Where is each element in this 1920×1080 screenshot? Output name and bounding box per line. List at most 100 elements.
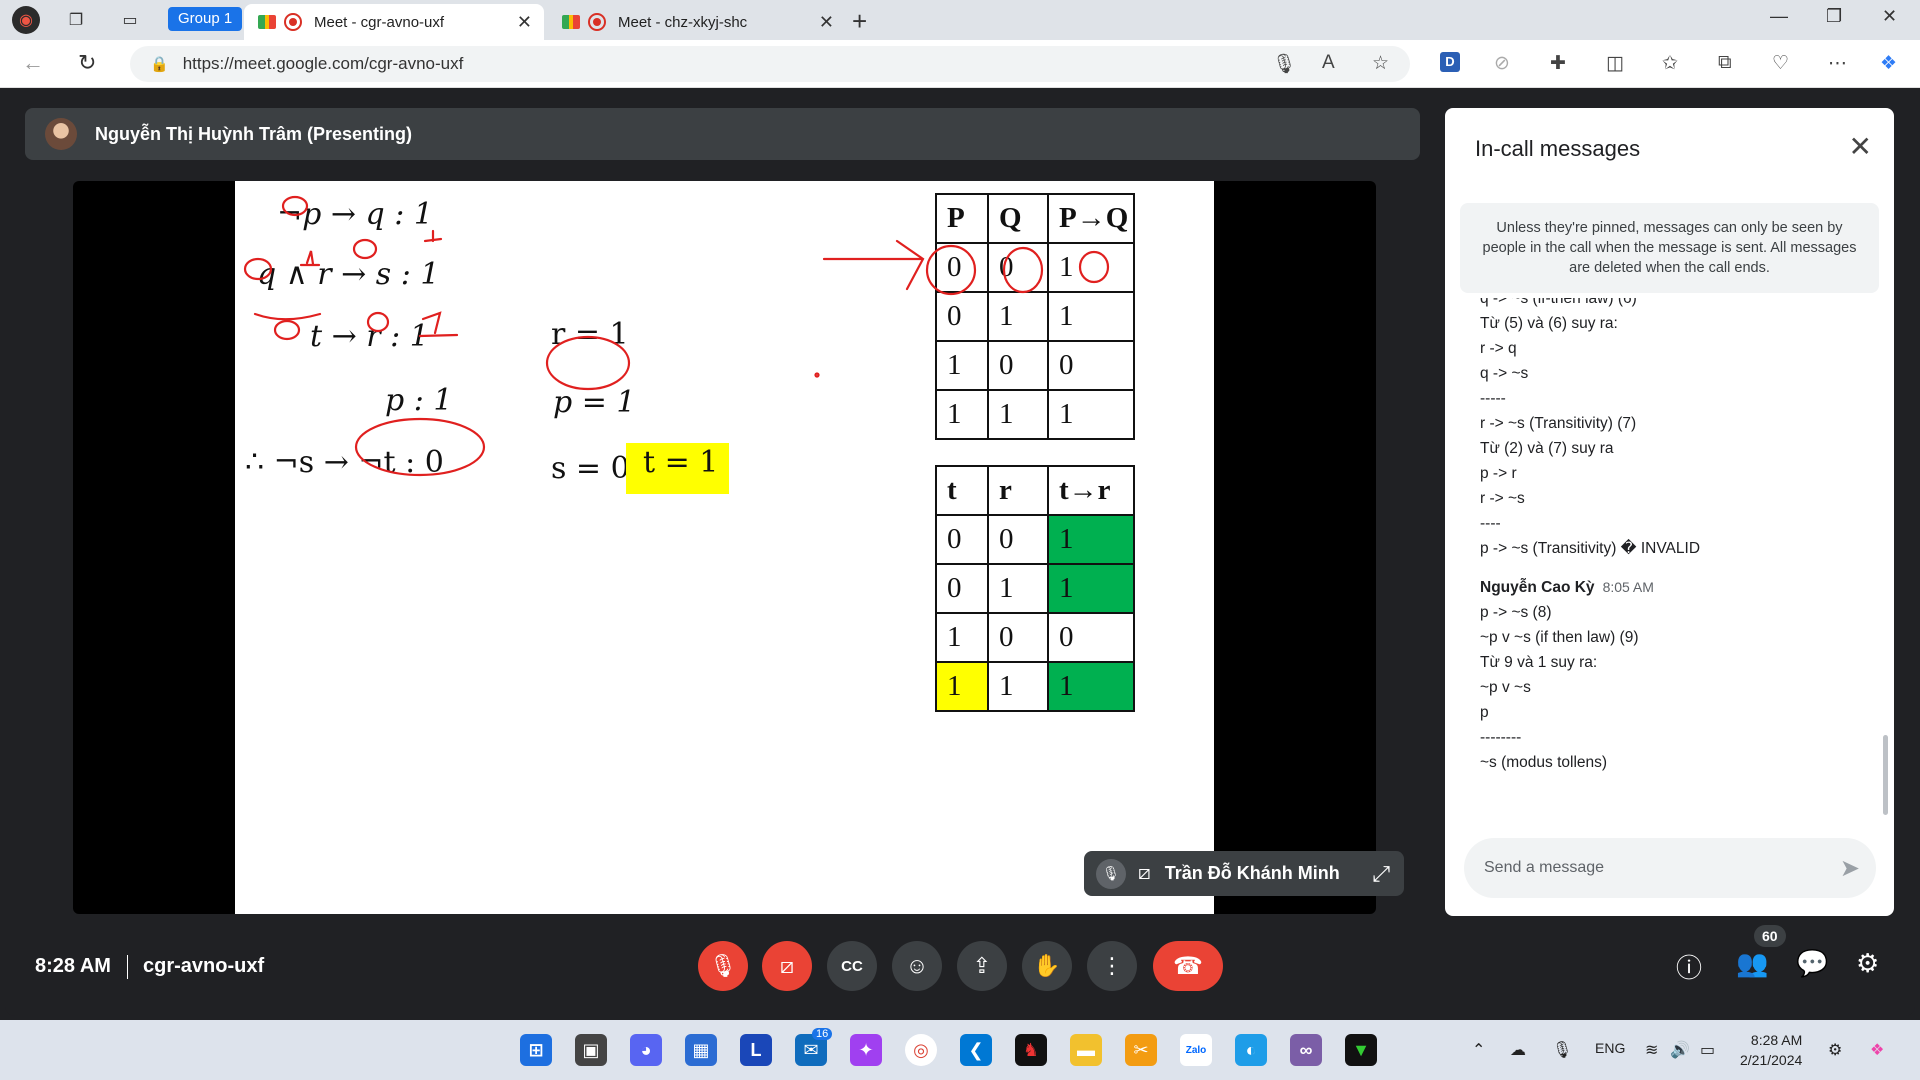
taskbar-clock[interactable]: 8:28 AM 2/21/2024 [1740,1030,1802,1070]
message-list[interactable]: q -> ~s (if-then law) (6) Từ (5) và (6) … [1480,298,1870,908]
tool-icon[interactable]: ✂ [1125,1034,1157,1066]
close-tab-icon[interactable]: ✕ [517,12,532,33]
meeting-time: 8:28 AM [35,955,111,977]
messages-scrollbar[interactable] [1883,735,1888,815]
mic-icon[interactable]: 🎙 [1272,52,1296,76]
collections-icon[interactable]: ⧉ [1718,52,1732,74]
captions-button[interactable]: CC [827,941,877,991]
address-bar-row: ← ↻ 🔒 https://meet.google.com/cgr-avno-u… [0,40,1920,88]
edge-icon[interactable]: ◐ [1235,1034,1267,1066]
info-icon[interactable]: ⓘ [1676,948,1702,985]
captions-icon: CC [841,957,863,975]
table-cell: 1 [987,661,1049,712]
close-tab-icon[interactable]: ✕ [819,12,834,33]
close-icon[interactable]: ✕ [1882,6,1897,27]
tab-actions-icon[interactable]: ▭ [116,6,144,34]
present-button[interactable]: ⇪ [957,941,1007,991]
url-field[interactable]: 🔒 https://meet.google.com/cgr-avno-uxf [130,46,1410,82]
close-panel-icon[interactable]: ✕ [1849,130,1872,163]
table-header-cell: t→r [1047,465,1135,516]
table-cell: 1 [1047,242,1135,293]
camera-toggle-button[interactable]: ⧄ [762,941,812,991]
raise-hand-button[interactable]: ✋ [1022,941,1072,991]
messenger-icon[interactable]: ✦ [850,1034,882,1066]
zalo-icon[interactable]: Zalo [1180,1034,1212,1066]
notification-icon[interactable]: ⚙ [1828,1040,1842,1060]
compass-icon[interactable]: ⊘ [1494,52,1510,75]
copilot-taskbar-icon[interactable]: ❖ [1870,1040,1884,1060]
meeting-code: cgr-avno-uxf [143,955,265,977]
participant-tile[interactable]: 🎙 ⧄ Trần Đỗ Khánh Minh ⤢ [1084,851,1404,896]
minimize-icon[interactable]: — [1770,6,1788,27]
performance-icon[interactable]: ♡ [1772,52,1789,75]
send-icon[interactable]: ➤ [1840,854,1860,883]
message-line: p -> ~s (8) [1480,604,1552,621]
language-indicator[interactable]: ENG [1595,1040,1625,1056]
visual-studio-icon[interactable]: ∞ [1290,1034,1322,1066]
expand-icon[interactable]: ⤢ [1372,861,1390,887]
tray-chevron-icon[interactable]: ⌃ [1472,1040,1485,1060]
taskbar-date: 2/21/2024 [1740,1052,1803,1068]
chat-icon[interactable]: 💬 [1796,948,1828,979]
reactions-button[interactable]: ☺ [892,941,942,991]
divider [127,955,128,979]
table-cell: 0 [935,242,989,293]
tab-group-label[interactable]: Group 1 [168,7,243,31]
app-l-icon[interactable]: L [740,1034,772,1066]
workspaces-icon[interactable]: ❐ [62,6,90,34]
battery-icon[interactable]: ▭ [1700,1040,1715,1060]
presenter-name: Nguyễn Thị Huỳnh Trâm (Presenting) [95,123,413,144]
task-view-icon[interactable]: ▣ [575,1034,607,1066]
split-screen-icon[interactable]: ◫ [1606,52,1624,75]
terminal-app-icon[interactable]: ▼ [1345,1034,1377,1066]
tab-meet-active[interactable]: Meet - cgr-avno-uxf ✕ [244,4,544,40]
maximize-icon[interactable]: ❐ [1826,6,1842,27]
leave-call-button[interactable]: ☎ [1153,941,1223,991]
tray-mic-icon[interactable]: 🎙 [1552,1040,1572,1060]
vscode-icon[interactable]: ❮ [960,1034,992,1066]
people-icon[interactable]: 👥 [1736,948,1768,979]
wifi-icon[interactable]: ≋ [1645,1040,1658,1060]
app-icon[interactable]: ◉ [12,6,40,34]
more-options-button[interactable]: ⋮ [1087,941,1137,991]
message-line: p -> r [1480,465,1517,482]
discord-icon[interactable]: ◕ [630,1034,662,1066]
table-cell: 1 [935,661,989,712]
panel-title: In-call messages [1475,136,1641,161]
cloud-icon[interactable]: ☁ [1510,1040,1526,1060]
message-line: ~p v ~s (if then law) (9) [1480,629,1639,646]
tab-meet-inactive[interactable]: Meet - chz-xkyj-shc ✕ [548,4,846,40]
reload-icon[interactable]: ↻ [78,50,96,76]
back-icon[interactable]: ← [22,50,44,76]
volume-icon[interactable]: 🔊 [1670,1040,1690,1060]
table-cell: 0 [987,514,1049,565]
slide-line-1: ¬p → q : 1 [277,197,434,232]
copilot-icon[interactable]: ❖ [1880,52,1897,75]
start-icon[interactable]: ⊞ [520,1034,552,1066]
mic-toggle-button[interactable]: 🎙 [698,941,748,991]
favorites-icon[interactable]: ✩ [1662,52,1678,75]
message-line: ----- [1480,390,1506,407]
new-tab-icon[interactable]: + [852,6,867,37]
extension-d-icon[interactable]: D [1440,52,1460,72]
read-aloud-icon[interactable]: A [1322,52,1335,74]
store-icon[interactable]: ▦ [685,1034,717,1066]
more-icon[interactable]: ⋯ [1828,52,1847,75]
tab-title: Meet - chz-xkyj-shc [618,13,748,31]
table-row: P Q P→Q [935,193,1135,244]
mic-off-icon: 🎙 [1096,858,1126,889]
game-app-icon[interactable]: ♞ [1015,1034,1047,1066]
slide-line-8: s = 0 [551,451,630,486]
more-vert-icon: ⋮ [1101,953,1123,978]
file-explorer-icon[interactable]: ▬ [1070,1034,1102,1066]
favorite-icon[interactable]: ☆ [1372,52,1389,75]
send-message-input[interactable]: Send a message ➤ [1464,838,1876,898]
mail-badge: 16 [812,1028,833,1040]
extensions-icon[interactable]: ✚ [1550,52,1566,75]
chrome-icon[interactable]: ◎ [905,1034,937,1066]
activities-icon[interactable]: ⚙ [1856,948,1879,979]
table-cell: 0 [1047,612,1135,663]
table-cell: 1 [987,389,1049,440]
table-cell: 1 [1047,389,1135,440]
table-cell: 1 [1047,514,1135,565]
